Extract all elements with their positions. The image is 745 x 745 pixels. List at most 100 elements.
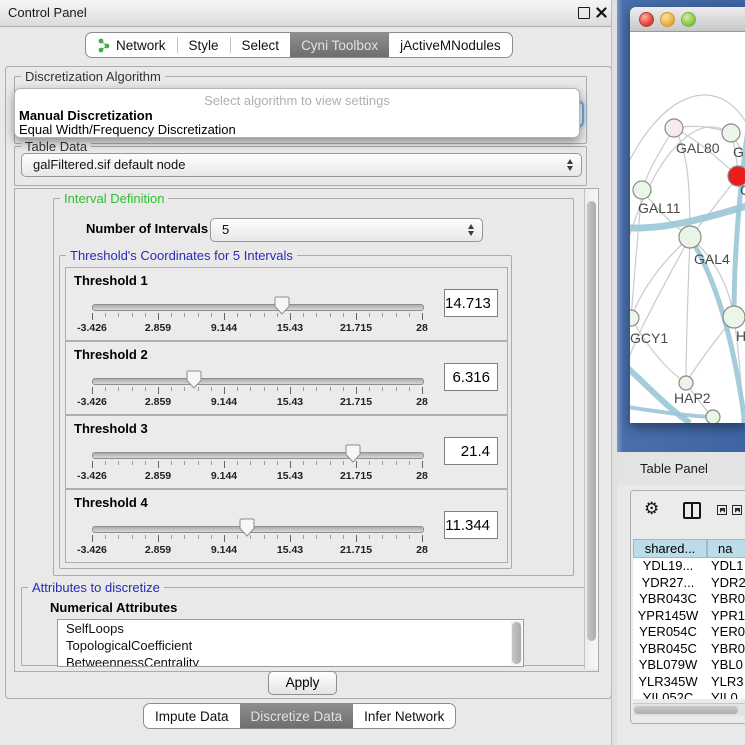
list-item[interactable]: SelfLoops <box>58 620 523 637</box>
slider-tick <box>184 313 185 317</box>
table-row[interactable]: YDR27...YDR2 <box>633 575 745 592</box>
slider-tick <box>277 535 278 539</box>
float-window-icon[interactable] <box>578 7 590 19</box>
gcy1-node[interactable] <box>630 310 639 326</box>
slider-tick <box>184 535 185 539</box>
slider-tick <box>343 535 344 539</box>
tab-label: jActiveMNodules <box>400 38 501 53</box>
scrollbar-thumb[interactable] <box>634 706 738 714</box>
apply-button[interactable]: Apply <box>268 671 337 695</box>
slider-tick <box>184 461 185 465</box>
pane-scrollbar[interactable] <box>584 189 598 669</box>
network-window-titlebar[interactable] <box>630 7 745 32</box>
threshold-value-field[interactable]: 11.344 <box>444 511 498 539</box>
threshold-value-field[interactable]: 6.316 <box>444 363 498 391</box>
slider-tick <box>105 313 106 317</box>
slider-tick <box>237 461 238 465</box>
numerical-attributes-list[interactable]: SelfLoopsTopologicalCoefficientBetweenne… <box>57 619 524 667</box>
cell-name: YBR0 <box>703 641 745 658</box>
slider-tick <box>92 387 93 394</box>
network-canvas[interactable]: GAL80GCGAL11GAL4GCY1HHAP2 <box>630 31 745 423</box>
tab-style[interactable]: Style <box>178 33 230 57</box>
node-label: H <box>736 328 745 344</box>
minimize-window-icon[interactable] <box>660 12 675 27</box>
gal4-node[interactable] <box>679 226 701 248</box>
list-item[interactable]: BetweennessCentrality <box>58 654 523 667</box>
tab-network[interactable]: Network <box>86 33 177 57</box>
algorithm-dropdown-popup: Select algorithm to view settings Manual… <box>14 88 580 138</box>
columns-icon[interactable] <box>683 502 701 519</box>
tab-infer-network[interactable]: Infer Network <box>353 704 455 728</box>
cell-shared-name: YER054C <box>633 624 703 641</box>
node-label: G <box>733 144 744 160</box>
table-row[interactable]: YER054CYER0 <box>633 624 745 641</box>
slider-tick <box>198 313 199 317</box>
slider-tick <box>290 387 291 394</box>
threshold-3-panel: Threshold 3 -3.4262.8599.14415.4321.7152… <box>65 415 508 489</box>
table-row[interactable]: YIL052CYIL0 <box>633 690 745 699</box>
cell-name: YBR0 <box>703 591 745 608</box>
slider-track[interactable] <box>92 304 424 311</box>
threshold-value-field[interactable]: 14.713 <box>444 289 498 317</box>
zoom-window-icon[interactable] <box>681 12 696 27</box>
unnamed-node[interactable] <box>706 410 720 423</box>
group-label: Table Data <box>21 139 91 154</box>
tab-select[interactable]: Select <box>231 33 291 57</box>
tick-label: 21.715 <box>340 396 372 408</box>
table-row[interactable]: YPR145WYPR1 <box>633 608 745 625</box>
tab-jactivemnodules[interactable]: jActiveMNodules <box>389 33 512 57</box>
slider-tick <box>264 313 265 317</box>
node-attribute-table[interactable]: shared... na YDL19...YDL1YDR27...YDR2YBR… <box>633 539 745 699</box>
table-row[interactable]: YLR345WYLR3 <box>633 674 745 691</box>
tab-cyni-toolbox[interactable]: Cyni Toolbox <box>290 33 389 57</box>
slider-track[interactable] <box>92 378 424 385</box>
tick-label: 2.859 <box>145 396 171 408</box>
table-row[interactable]: YBR043CYBR0 <box>633 591 745 608</box>
cell-shared-name: YPR145W <box>633 608 703 625</box>
hap2-node[interactable] <box>679 376 693 390</box>
slider-tick <box>105 535 106 539</box>
control-panel: Control Panel Network Style <box>0 0 617 745</box>
slider-tick <box>198 461 199 465</box>
slider-tick <box>145 313 146 317</box>
slider-track[interactable] <box>92 526 424 533</box>
network-view-window[interactable]: GAL80GCGAL11GAL4GCY1HHAP2 <box>630 7 745 423</box>
column-header-name[interactable]: na <box>707 539 745 558</box>
table-row[interactable]: YDL19...YDL1 <box>633 558 745 575</box>
threshold-1-panel: Threshold 1 -3.4262.8599.14415.4321.7152… <box>65 267 508 341</box>
dropdown-option-manual-discretization[interactable]: Manual Discretization <box>19 108 153 123</box>
g-node[interactable] <box>722 124 740 142</box>
slider-tick <box>277 387 278 391</box>
close-window-icon[interactable] <box>639 12 654 27</box>
table-row[interactable]: YBR045CYBR0 <box>633 641 745 658</box>
dropdown-option-equal-width-frequency[interactable]: Equal Width/Frequency Discretization <box>19 122 236 137</box>
select-all-checkbox-icon[interactable] <box>717 505 727 515</box>
list-item[interactable]: TopologicalCoefficient <box>58 637 523 654</box>
tick-label: 21.715 <box>340 470 372 482</box>
gal11-node[interactable] <box>633 181 651 199</box>
slider-tick <box>290 535 291 542</box>
settings-scrollpane: Interval Definition Number of Intervals … <box>14 188 599 672</box>
tab-impute-data[interactable]: Impute Data <box>144 704 240 728</box>
table-horizontal-scrollbar[interactable] <box>633 703 745 716</box>
h-node[interactable] <box>723 306 745 328</box>
tab-discretize-data[interactable]: Discretize Data <box>240 704 354 728</box>
table-row[interactable]: YBL079WYBL0 <box>633 657 745 674</box>
column-header-shared[interactable]: shared... <box>633 539 707 558</box>
slider-tick <box>250 535 251 539</box>
cell-shared-name: YDL19... <box>633 558 703 575</box>
list-scrollbar[interactable] <box>511 621 522 665</box>
slider-ticks <box>92 535 422 544</box>
slider-tick <box>250 461 251 465</box>
threshold-value-field[interactable]: 21.4 <box>444 437 498 465</box>
table-data-combobox[interactable]: galFiltered.sif default node <box>21 153 582 177</box>
tab-label: Discretize Data <box>251 709 343 724</box>
tick-label: 15.43 <box>277 396 303 408</box>
gal80-node[interactable] <box>665 119 683 137</box>
close-icon[interactable] <box>596 7 607 18</box>
slider-track[interactable] <box>92 452 424 459</box>
number-of-intervals-combobox[interactable]: 5 <box>210 218 483 242</box>
slider-tick <box>277 461 278 465</box>
gear-icon[interactable]: ⚙ <box>644 499 659 519</box>
deselect-all-checkbox-icon[interactable] <box>732 505 742 515</box>
